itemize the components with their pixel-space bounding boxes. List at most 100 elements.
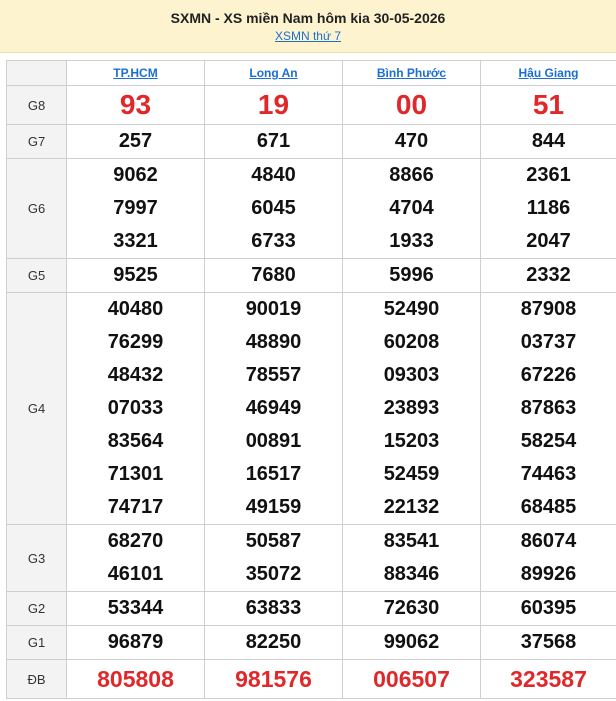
- prize-cell-long-an: 19: [204, 85, 343, 125]
- prize-label: G6: [6, 158, 67, 259]
- prize-number: 2361: [526, 164, 571, 186]
- prize-cell-tphcm: 68270 46101: [66, 524, 205, 592]
- prize-number: 82250: [245, 631, 302, 653]
- prize-cell-binh-phuoc: 72630: [342, 591, 481, 626]
- prize-row: G7 257 671 470 844: [6, 124, 616, 159]
- prize-number: 48432: [107, 364, 164, 386]
- prize-number: 07033: [107, 397, 164, 419]
- prize-number: 2047: [526, 230, 571, 252]
- prize-number: 23893: [383, 397, 440, 419]
- prize-cell-tphcm: 96879: [66, 625, 205, 660]
- prize-cell-long-an: 981576: [204, 659, 343, 699]
- prize-row: G6 9062 7997 3321 4840 6045 6733 8866 4704 1933 23…: [6, 158, 616, 259]
- prize-cell-hau-giang: 323587: [480, 659, 616, 699]
- prize-cell-long-an: 50587 35072: [204, 524, 343, 592]
- prize-cell-binh-phuoc: 470: [342, 124, 481, 159]
- prize-number: 16517: [245, 463, 302, 485]
- corner-cell: [6, 60, 67, 86]
- prize-number: 99062: [383, 631, 440, 653]
- prize-cell-hau-giang: 844: [480, 124, 616, 159]
- province-link-long-an[interactable]: Long An: [204, 60, 343, 86]
- prize-cell-binh-phuoc: 8866 4704 1933: [342, 158, 481, 259]
- prize-label: G5: [6, 258, 67, 293]
- province-header-row: TP.HCM Long An Bình Phước Hậu Giang: [6, 60, 616, 86]
- prize-number: 00: [395, 89, 428, 120]
- prize-number: 51: [532, 89, 565, 120]
- prize-cell-hau-giang: 51: [480, 85, 616, 125]
- page-title: SXMN - XS miền Nam hôm kia 30-05-2026: [170, 10, 446, 26]
- prize-cell-tphcm: 53344: [66, 591, 205, 626]
- results-header: SXMN - XS miền Nam hôm kia 30-05-2026 XS…: [0, 0, 616, 53]
- prize-number: 470: [394, 130, 429, 152]
- prize-cell-hau-giang: 60395: [480, 591, 616, 626]
- prize-cell-binh-phuoc: 00: [342, 85, 481, 125]
- prize-cell-tphcm: 40480 76299 48432 07033 83564 71301 74717: [66, 292, 205, 525]
- prize-cell-long-an: 671: [204, 124, 343, 159]
- prize-cell-binh-phuoc: 006507: [342, 659, 481, 699]
- prize-cell-long-an: 82250: [204, 625, 343, 660]
- prize-number: 46949: [245, 397, 302, 419]
- prize-number: 68485: [520, 496, 577, 518]
- prize-number: 67226: [520, 364, 577, 386]
- prize-number: 323587: [510, 666, 587, 692]
- prize-number: 15203: [383, 430, 440, 452]
- prize-number: 7680: [251, 264, 296, 286]
- prize-cell-binh-phuoc: 5996: [342, 258, 481, 293]
- prize-number: 35072: [245, 563, 302, 585]
- prize-number: 53344: [107, 597, 164, 619]
- prize-number: 58254: [520, 430, 577, 452]
- prize-number: 52490: [383, 298, 440, 320]
- prize-number: 74717: [107, 496, 164, 518]
- prize-number: 1186: [526, 197, 571, 219]
- prize-cell-long-an: 4840 6045 6733: [204, 158, 343, 259]
- prize-cell-hau-giang: 2332: [480, 258, 616, 293]
- prize-number: 86074: [520, 530, 577, 552]
- prize-number: 00891: [245, 430, 302, 452]
- prize-cell-tphcm: 257: [66, 124, 205, 159]
- prize-number: 78557: [245, 364, 302, 386]
- prize-number: 1933: [389, 230, 434, 252]
- prize-number: 88346: [383, 563, 440, 585]
- prize-cell-tphcm: 805808: [66, 659, 205, 699]
- prize-number: 72630: [383, 597, 440, 619]
- province-link-tphcm[interactable]: TP.HCM: [66, 60, 205, 86]
- prize-number: 89926: [520, 563, 577, 585]
- prize-number: 7997: [113, 197, 158, 219]
- prize-number: 52459: [383, 463, 440, 485]
- prize-number: 257: [118, 130, 153, 152]
- prize-number: 93: [119, 89, 152, 120]
- prize-label: G2: [6, 591, 67, 626]
- prize-number: 60395: [520, 597, 577, 619]
- province-link-binh-phuoc[interactable]: Bình Phước: [342, 60, 481, 86]
- prize-row: G8 93 19 00 51: [6, 85, 616, 125]
- prize-number: 48890: [245, 331, 302, 353]
- prize-label: G7: [6, 124, 67, 159]
- prize-number: 4840: [251, 164, 296, 186]
- prize-cell-binh-phuoc: 99062: [342, 625, 481, 660]
- prize-number: 68270: [107, 530, 164, 552]
- prize-cell-hau-giang: 37568: [480, 625, 616, 660]
- prize-row: ĐB 805808 981576 006507 323587: [6, 659, 616, 699]
- prize-number: 805808: [97, 666, 174, 692]
- prize-number: 87863: [520, 397, 577, 419]
- prize-label: G3: [6, 524, 67, 592]
- prize-cell-long-an: 63833: [204, 591, 343, 626]
- weekday-link[interactable]: XSMN thứ 7: [275, 28, 341, 44]
- prize-label: G8: [6, 85, 67, 125]
- prize-number: 03737: [520, 331, 577, 353]
- prize-cell-hau-giang: 86074 89926: [480, 524, 616, 592]
- province-link-hau-giang[interactable]: Hậu Giang: [480, 60, 616, 86]
- prize-number: 22132: [383, 496, 440, 518]
- prize-number: 63833: [245, 597, 302, 619]
- prize-number: 3321: [113, 230, 158, 252]
- prize-label: G1: [6, 625, 67, 660]
- prize-number: 8866: [389, 164, 434, 186]
- prize-number: 40480: [107, 298, 164, 320]
- prize-number: 981576: [235, 666, 312, 692]
- prize-number: 50587: [245, 530, 302, 552]
- prize-number: 83541: [383, 530, 440, 552]
- prize-number: 5996: [389, 264, 434, 286]
- prize-cell-tphcm: 9062 7997 3321: [66, 158, 205, 259]
- prize-number: 671: [256, 130, 291, 152]
- prize-number: 74463: [520, 463, 577, 485]
